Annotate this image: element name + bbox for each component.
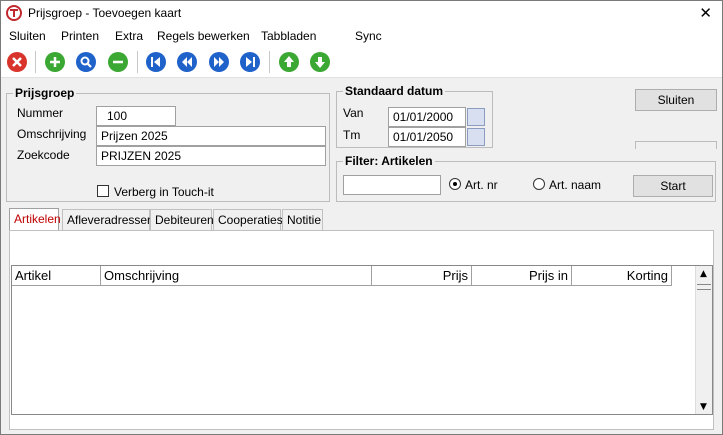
next-record-icon[interactable] [208,51,230,73]
tab-notitie[interactable]: Notitie [282,209,323,230]
menu-bar: Sluiten Printen Extra Regels bewerken Ta… [1,26,722,46]
column-header-korting[interactable]: Korting [572,266,672,286]
standaard-datum-title: Standaard datum [343,84,446,98]
sluiten-button[interactable]: Sluiten [635,89,717,111]
tab-cooperaties[interactable]: Cooperaties [213,209,283,230]
tab-artikelen[interactable]: Artikelen [9,208,61,231]
menu-tabbladen[interactable]: Tabbladen [261,29,316,43]
scroll-down-icon[interactable]: ▼ [700,402,707,412]
nummer-field[interactable]: 100 [96,106,176,126]
move-up-icon[interactable] [278,51,300,73]
remove-icon[interactable] [107,51,129,73]
menu-printen[interactable]: Printen [61,29,99,43]
app-logo-icon [6,5,22,21]
previous-record-icon[interactable] [176,51,198,73]
grid-vertical-scrollbar[interactable]: ▲ ▼ [695,266,712,414]
column-header-omschrijving[interactable]: Omschrijving [101,266,372,286]
application-window: Prijsgroep - Toevoegen kaart ✕ Sluiten P… [0,0,723,435]
tab-debiteuren[interactable]: Debiteuren [150,209,214,230]
verberg-label: Verberg in Touch-it [114,185,214,199]
scroll-up-icon[interactable]: ▲ [700,269,707,279]
tab-afleveradressen[interactable]: Afleveradressen [62,209,154,230]
calendar-icon[interactable] [467,108,485,126]
cancel-icon[interactable] [6,51,28,73]
window-title: Prijsgroep - Toevoegen kaart [28,6,182,20]
first-record-icon[interactable] [145,51,167,73]
title-bar: Prijsgroep - Toevoegen kaart ✕ [1,1,722,26]
column-header-prijs[interactable]: Prijs [372,266,472,286]
menu-sync[interactable]: Sync [355,29,382,43]
menu-regels-bewerken[interactable]: Regels bewerken [157,29,250,43]
verberg-checkbox[interactable] [97,185,109,197]
filter-title: Filter: Artikelen [343,154,435,168]
search-icon[interactable] [75,51,97,73]
tab-panel: Artikel Omschrijving Prijs Prijs in Kort… [9,230,714,430]
art-naam-radio[interactable] [533,178,545,190]
toolbar-separator [35,51,36,73]
omschrijving-label: Omschrijving [17,127,87,141]
prijsgroep-group: Prijsgroep Nummer 100 Omschrijving Prijz… [6,86,330,202]
close-window-icon[interactable]: ✕ [699,4,712,22]
filter-search-input[interactable] [343,175,441,195]
art-naam-label: Art. naam [549,178,602,192]
calendar-icon[interactable] [467,128,485,146]
column-header-artikel[interactable]: Artikel [12,266,101,286]
tm-date-field[interactable]: 01/01/2050 [388,127,466,147]
filter-group: Filter: Artikelen Art. nr Art. naam Star… [336,154,716,202]
omschrijving-field[interactable]: Prijzen 2025 [96,126,326,146]
scroll-thumb[interactable] [697,284,711,290]
toolbar-separator [269,51,270,73]
column-header-prijs-in[interactable]: Prijs in [472,266,572,286]
zoekcode-field[interactable]: PRIJZEN 2025 [96,146,326,166]
move-down-icon[interactable] [309,51,331,73]
toolbar-separator [137,51,138,73]
zoekcode-label: Zoekcode [17,148,70,162]
menu-extra[interactable]: Extra [115,29,143,43]
start-button[interactable]: Start [633,175,713,197]
art-nr-radio[interactable] [449,178,461,190]
toolbar [1,46,722,78]
artikelen-grid[interactable]: Artikel Omschrijving Prijs Prijs in Kort… [11,265,713,415]
standaard-datum-group: Standaard datum Van 01/01/2000 Tm 01/01/… [336,84,493,148]
art-nr-label: Art. nr [465,178,498,192]
last-record-icon[interactable] [239,51,261,73]
prijsgroep-title: Prijsgroep [13,86,77,100]
add-icon[interactable] [44,51,66,73]
status-panel [635,141,717,149]
van-date-field[interactable]: 01/01/2000 [388,107,466,127]
tm-label: Tm [343,128,361,142]
nummer-label: Nummer [17,106,64,120]
van-label: Van [343,106,364,120]
menu-sluiten[interactable]: Sluiten [9,29,46,43]
